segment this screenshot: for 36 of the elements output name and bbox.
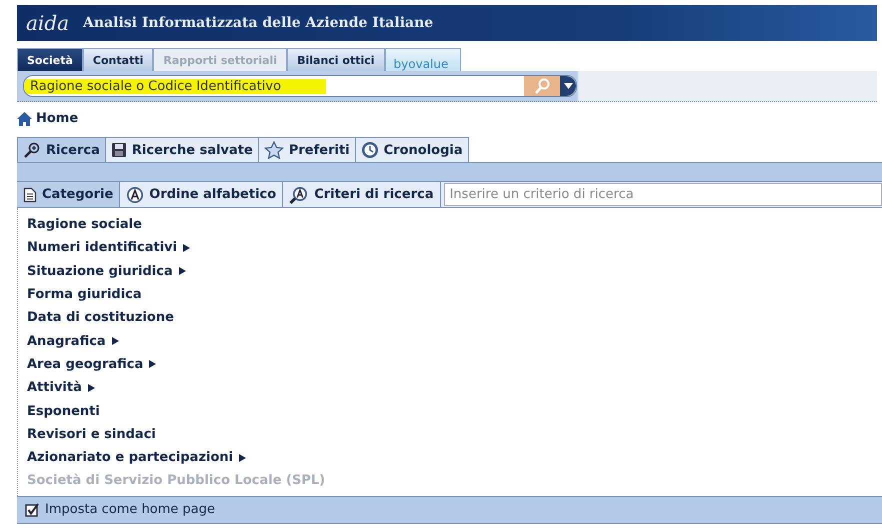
criteria-search-field[interactable]: Inserire un criterio di ricerca: [444, 183, 882, 206]
category-link[interactable]: Situazione giuridica: [27, 260, 186, 283]
search-tab[interactable]: Ricerche salvate: [104, 137, 258, 162]
search-tab[interactable]: Preferiti: [258, 137, 355, 162]
category-link[interactable]: Azionariato e partecipazioni: [27, 446, 246, 470]
home-icon: [17, 112, 32, 126]
dropdown-button[interactable]: [560, 76, 576, 96]
section-tab[interactable]: Società: [17, 48, 83, 71]
category-link[interactable]: Revisori e sindaci: [27, 422, 156, 446]
app-logo: aida: [26, 11, 70, 35]
category-link[interactable]: Forma giuridica: [27, 282, 142, 306]
section-tab[interactable]: Bilanci ottici: [287, 48, 385, 71]
document-icon: [23, 186, 37, 202]
company-search-field[interactable]: Ragione sociale o Codice Identificativo: [23, 75, 577, 97]
category-link[interactable]: Attività: [27, 376, 95, 400]
category-link[interactable]: Ragione sociale: [27, 213, 142, 236]
search-tab[interactable]: Ricerca: [17, 137, 105, 162]
category-link[interactable]: Data di costituzione: [27, 306, 174, 330]
category-link[interactable]: Esponenti: [27, 399, 100, 423]
letter-a-icon: [126, 186, 144, 204]
clock-icon: [360, 141, 379, 159]
section-tab[interactable]: Contatti: [82, 48, 154, 71]
checkbox[interactable]: [25, 502, 39, 517]
star-icon: [264, 141, 284, 159]
view-tab[interactable]: Categorie: [17, 182, 120, 207]
category-link[interactable]: Anagrafica: [27, 329, 119, 353]
app-title: Analisi Informatizzata delle Aziende Italiane: [83, 15, 434, 31]
checkbox-label: Imposta come home page: [45, 502, 216, 518]
search-icon: [533, 78, 551, 94]
category-link[interactable]: Numeri identificativi: [27, 236, 190, 260]
search-tab[interactable]: Cronologia: [354, 137, 469, 162]
search-letter-icon: [289, 186, 310, 204]
caret-icon: [564, 83, 572, 89]
category-link[interactable]: Area geografica: [27, 352, 156, 376]
home-link[interactable]: Home: [36, 111, 78, 126]
zoom-in-icon: [23, 142, 41, 158]
